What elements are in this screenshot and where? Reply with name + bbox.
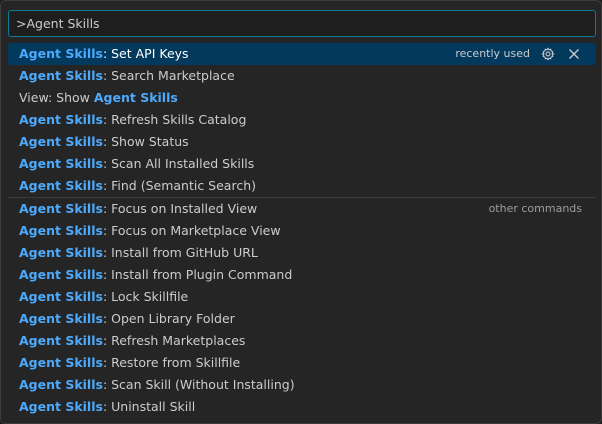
command-prefix: View: Show (19, 90, 94, 105)
command-item-refresh-skills-catalog[interactable]: Agent Skills: Refresh Skills Catalog (8, 109, 596, 131)
command-label: : Refresh Marketplaces (102, 333, 246, 348)
recently-used-badge: recently used (455, 47, 530, 60)
command-item-restore-from-skillfile[interactable]: Agent Skills: Restore from Skillfile (8, 352, 596, 374)
command-highlight: Agent Skills (19, 333, 103, 348)
command-item-scan-all-installed-skills[interactable]: Agent Skills: Scan All Installed Skills (8, 153, 596, 175)
command-label: : Scan All Installed Skills (102, 156, 255, 171)
command-label: : Set API Keys (102, 46, 189, 61)
command-item-focus-installed-view[interactable]: Agent Skills: Focus on Installed View ot… (8, 197, 596, 220)
command-item-lock-skillfile[interactable]: Agent Skills: Lock Skillfile (8, 286, 596, 308)
other-commands-badge: other commands (488, 202, 582, 215)
command-list: Agent Skills: Set API Keys recently used (8, 43, 596, 418)
command-label: : Open Library Folder (102, 311, 235, 326)
command-label: : Show Status (102, 134, 189, 149)
command-item-find-semantic-search[interactable]: Agent Skills: Find (Semantic Search) (8, 175, 596, 197)
command-item-install-from-github-url[interactable]: Agent Skills: Install from GitHub URL (8, 242, 596, 264)
command-highlight: Agent Skills (19, 134, 103, 149)
command-label: : Refresh Skills Catalog (102, 112, 247, 127)
command-label: : Uninstall Skill (102, 399, 196, 414)
command-highlight: Agent Skills (19, 46, 103, 61)
command-item-search-marketplace[interactable]: Agent Skills: Search Marketplace (8, 65, 596, 87)
command-label: : Lock Skillfile (102, 289, 189, 304)
command-item-refresh-marketplaces[interactable]: Agent Skills: Refresh Marketplaces (8, 330, 596, 352)
command-highlight: Agent Skills (19, 377, 103, 392)
command-group-label: other commands (489, 198, 582, 220)
command-label: : Install from Plugin Command (102, 267, 293, 282)
command-input[interactable] (9, 11, 595, 36)
command-item-actions: recently used (455, 43, 582, 65)
command-highlight: Agent Skills (19, 355, 103, 370)
close-icon[interactable] (566, 46, 582, 62)
command-item-view-show-agent-skills[interactable]: View: Show Agent Skills (8, 87, 596, 109)
command-label: : Install from GitHub URL (102, 245, 258, 260)
command-highlight: Agent Skills (19, 68, 103, 83)
command-highlight: Agent Skills (19, 267, 103, 282)
command-palette: Agent Skills: Set API Keys recently used (0, 0, 602, 424)
command-highlight: Agent Skills (93, 90, 178, 105)
command-highlight: Agent Skills (19, 223, 103, 238)
command-label: : Find (Semantic Search) (102, 178, 257, 193)
gear-icon[interactable] (540, 46, 556, 62)
command-label: : Search Marketplace (102, 68, 235, 83)
command-highlight: Agent Skills (19, 112, 103, 127)
command-highlight: Agent Skills (19, 311, 103, 326)
command-item-open-library-folder[interactable]: Agent Skills: Open Library Folder (8, 308, 596, 330)
command-item-scan-skill-without-installing[interactable]: Agent Skills: Scan Skill (Without Instal… (8, 374, 596, 396)
command-highlight: Agent Skills (19, 156, 103, 171)
command-highlight: Agent Skills (19, 289, 103, 304)
command-item-install-from-plugin-command[interactable]: Agent Skills: Install from Plugin Comman… (8, 264, 596, 286)
command-item-focus-marketplace-view[interactable]: Agent Skills: Focus on Marketplace View (8, 220, 596, 242)
command-item-uninstall-skill[interactable]: Agent Skills: Uninstall Skill (8, 396, 596, 418)
command-highlight: Agent Skills (19, 201, 103, 216)
command-item-show-status[interactable]: Agent Skills: Show Status (8, 131, 596, 153)
command-label: : Restore from Skillfile (102, 355, 241, 370)
command-item-set-api-keys[interactable]: Agent Skills: Set API Keys recently used (8, 43, 596, 65)
command-highlight: Agent Skills (19, 178, 103, 193)
command-label: : Focus on Installed View (102, 201, 258, 216)
command-label: : Scan Skill (Without Installing) (102, 377, 295, 392)
command-label: : Focus on Marketplace View (102, 223, 281, 238)
command-highlight: Agent Skills (19, 399, 103, 414)
command-highlight: Agent Skills (19, 245, 103, 260)
command-input-box[interactable] (8, 10, 596, 37)
